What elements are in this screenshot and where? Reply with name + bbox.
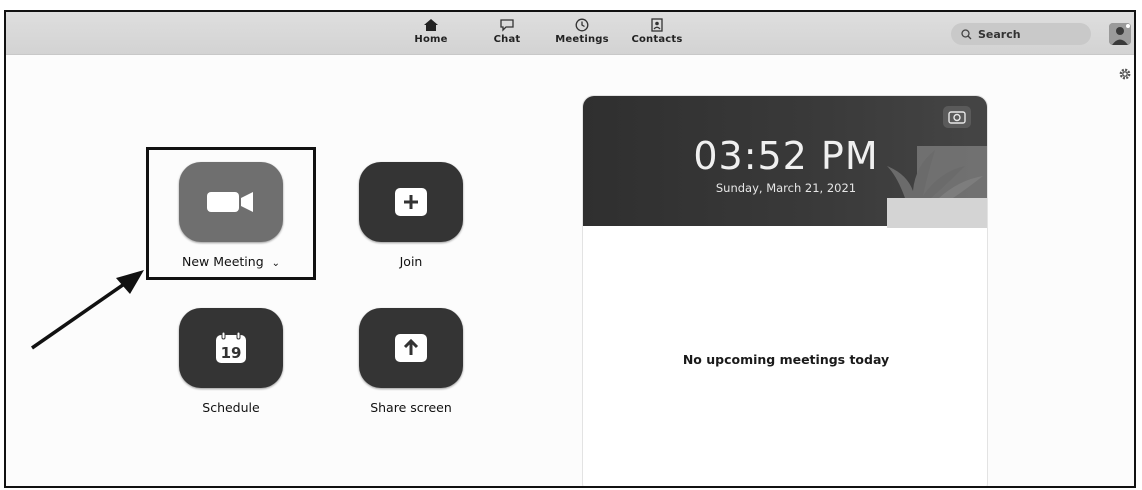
avatar[interactable] — [1109, 23, 1131, 45]
search-input[interactable]: Search — [951, 23, 1091, 45]
plus-icon — [395, 188, 427, 216]
clock-icon — [575, 18, 589, 32]
tab-meetings-label: Meetings — [555, 34, 609, 45]
schedule-button[interactable]: 19 Schedule — [156, 308, 306, 415]
tab-chat-label: Chat — [493, 34, 521, 45]
tab-home-label: Home — [414, 34, 448, 45]
join-label: Join — [399, 254, 423, 269]
camera-icon[interactable] — [943, 106, 971, 128]
chat-icon — [500, 19, 514, 32]
join-button[interactable]: Join — [336, 162, 486, 269]
annotation-arrow — [31, 270, 144, 350]
current-time: 03:52 PM — [693, 134, 879, 178]
contacts-icon — [651, 18, 663, 32]
upcoming-meetings-card: 03:52 PM Sunday, March 21, 2021 No upcom… — [582, 95, 988, 486]
gear-icon[interactable] — [1118, 67, 1132, 81]
calendar-icon: 19 — [216, 331, 246, 363]
schedule-label: Schedule — [202, 400, 260, 415]
card-header: 03:52 PM Sunday, March 21, 2021 — [583, 96, 987, 228]
tab-meetings[interactable]: Meetings — [552, 18, 612, 45]
avatar-icon — [1109, 23, 1131, 45]
tab-contacts-label: Contacts — [631, 34, 683, 45]
calendar-day: 19 — [221, 344, 242, 362]
share-screen-tile[interactable] — [359, 308, 463, 388]
share-screen-button[interactable]: Share screen — [336, 308, 486, 415]
search-placeholder: Search — [978, 27, 1021, 41]
search-icon — [961, 28, 972, 39]
highlight-box — [146, 147, 316, 280]
current-date: Sunday, March 21, 2021 — [715, 181, 857, 195]
tab-chat[interactable]: Chat — [477, 18, 537, 45]
home-icon — [424, 19, 438, 31]
empty-meetings-message: No upcoming meetings today — [682, 352, 890, 367]
schedule-tile[interactable]: 19 — [179, 308, 283, 388]
tab-home[interactable]: Home — [401, 18, 461, 45]
join-tile[interactable] — [359, 162, 463, 242]
top-nav-bar: Home Chat Meetings Contacts Search — [6, 12, 1134, 55]
app-window: Home Chat Meetings Contacts Search New M… — [4, 10, 1136, 488]
tab-contacts[interactable]: Contacts — [627, 18, 687, 45]
share-arrow-icon — [395, 334, 427, 362]
share-screen-label: Share screen — [370, 400, 452, 415]
